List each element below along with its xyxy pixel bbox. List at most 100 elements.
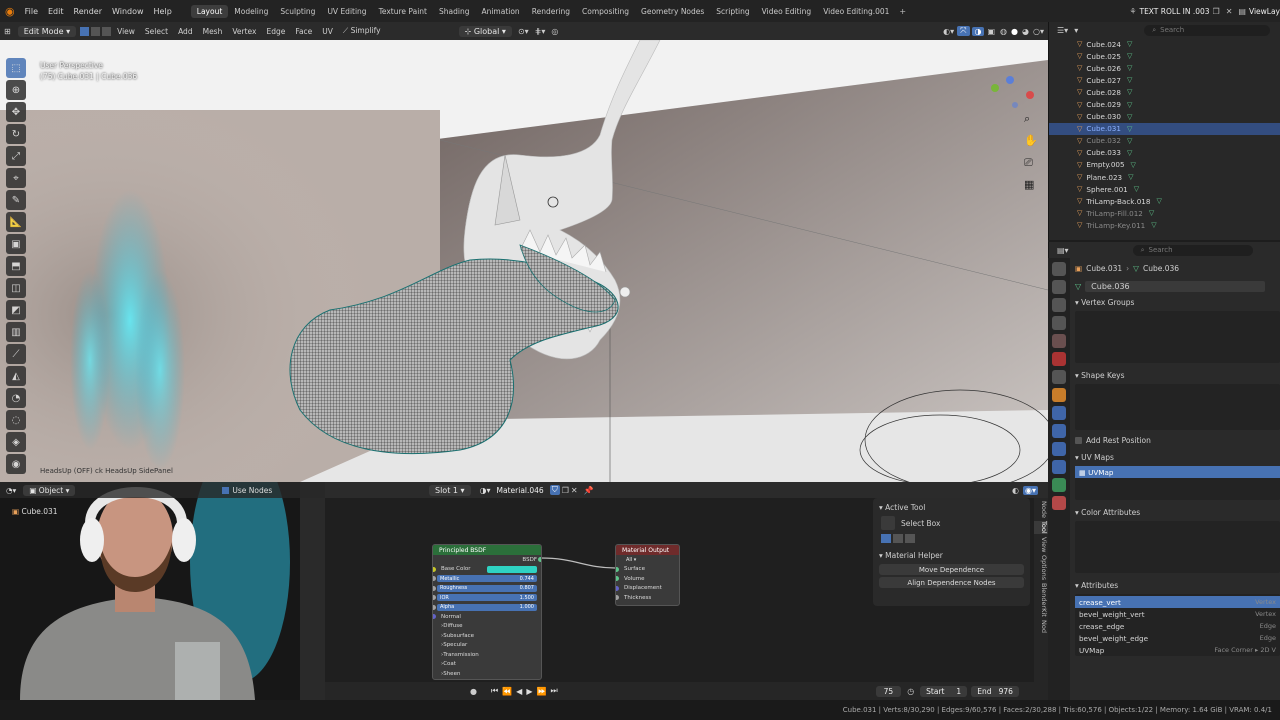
tab-video-editing-001[interactable]: Video Editing.001 bbox=[817, 5, 895, 18]
editor-type-icon[interactable]: ⊞ bbox=[0, 27, 15, 36]
input-socket[interactable] bbox=[616, 585, 619, 591]
copy-scene-icon[interactable]: ❐ bbox=[1210, 7, 1223, 16]
view-layer-tab-icon[interactable] bbox=[1052, 316, 1066, 330]
data-tab-icon[interactable] bbox=[1052, 478, 1066, 492]
attribute-row[interactable]: UVMap Face Corner ▸ 2D V bbox=[1075, 644, 1280, 656]
tool-tab-icon[interactable] bbox=[1052, 262, 1066, 276]
bsdf-value-slider[interactable]: Metallic 0.744 bbox=[437, 575, 537, 583]
mesh-data-icon[interactable]: ▽ bbox=[1156, 197, 1161, 205]
mode-dropdown[interactable]: Edit Mode ▾ bbox=[17, 25, 77, 37]
outliner-item[interactable]: ▽ Empty.005 ▽ bbox=[1049, 159, 1280, 171]
unlink-material-icon[interactable]: ✕ bbox=[571, 486, 578, 495]
menu-mesh[interactable]: Mesh bbox=[198, 27, 228, 36]
input-socket[interactable] bbox=[433, 576, 436, 582]
outliner-item[interactable]: ▽ Cube.031 ▽ bbox=[1049, 122, 1280, 135]
output-node-header[interactable]: Material Output bbox=[616, 545, 679, 555]
node-snap-icon[interactable]: ◉▾ bbox=[1023, 485, 1038, 495]
panel-shape-keys[interactable]: ▾ Shape Keys bbox=[1075, 371, 1280, 380]
shading-material-icon[interactable]: ◕ bbox=[1020, 27, 1031, 36]
mesh-data-icon[interactable]: ▽ bbox=[1151, 221, 1156, 229]
input-socket[interactable] bbox=[616, 576, 619, 582]
measure-tool-icon[interactable]: 📐 bbox=[6, 212, 26, 232]
select-extend-icon[interactable] bbox=[893, 534, 903, 543]
close-scene-icon[interactable]: ✕ bbox=[1223, 7, 1236, 16]
move-dependence-button[interactable]: Move Dependence bbox=[879, 564, 1024, 575]
bsdf-output-socket[interactable] bbox=[538, 557, 541, 563]
jump-end-icon[interactable]: ⏭ bbox=[550, 686, 557, 696]
shading-rendered-icon[interactable]: ○▾ bbox=[1031, 27, 1048, 36]
particles-tab-icon[interactable] bbox=[1052, 424, 1066, 438]
outliner-item[interactable]: ▽ Cube.032 ▽ bbox=[1049, 135, 1280, 147]
mesh-data-icon[interactable]: ▽ bbox=[1127, 76, 1132, 84]
use-nodes-checkbox[interactable]: Use Nodes bbox=[222, 486, 272, 495]
material-output-node[interactable]: Material Output All ▾ Surface Volume Displ… bbox=[615, 544, 680, 606]
extrude-tool-icon[interactable]: ⬒ bbox=[6, 256, 26, 276]
material-name-field[interactable]: Material.046 bbox=[497, 486, 544, 495]
tab-nod[interactable]: Nod bbox=[1034, 620, 1048, 633]
modifier-tab-icon[interactable] bbox=[1052, 406, 1066, 420]
input-socket[interactable] bbox=[433, 604, 436, 610]
menu-view[interactable]: View bbox=[112, 27, 140, 36]
proportional-edit-icon[interactable]: ◎ bbox=[548, 27, 561, 36]
properties-search[interactable]: ⌕ Search bbox=[1132, 244, 1253, 256]
mesh-data-icon[interactable]: ▽ bbox=[1128, 173, 1133, 181]
current-frame-field[interactable]: 75 bbox=[875, 685, 902, 697]
outliner-item[interactable]: ▽ Cube.033 ▽ bbox=[1049, 147, 1280, 159]
bsdf-value-slider[interactable]: IOR 1.500 bbox=[437, 594, 537, 602]
base-color-socket[interactable] bbox=[433, 566, 436, 572]
menu-vertex[interactable]: Vertex bbox=[227, 27, 261, 36]
normal-socket[interactable] bbox=[433, 614, 436, 620]
mesh-data-icon[interactable]: ▽ bbox=[1127, 137, 1132, 145]
outliner-item[interactable]: ▽ Plane.023 ▽ bbox=[1049, 171, 1280, 183]
bsdf-value-slider[interactable]: Alpha 1.000 bbox=[437, 603, 537, 611]
bsdf-section[interactable]: › Transmission bbox=[433, 650, 541, 660]
tab-tool[interactable]: Tool bbox=[1034, 520, 1048, 534]
tab-blenderkit[interactable]: BlenderKit bbox=[1034, 583, 1048, 617]
mesh-data-icon[interactable]: ▽ bbox=[1131, 161, 1136, 169]
slot-dropdown[interactable]: Slot 1 ▾ bbox=[429, 484, 471, 496]
outliner-item[interactable]: ▽ Cube.029 ▽ bbox=[1049, 98, 1280, 110]
attribute-row[interactable]: crease_edge Edge bbox=[1075, 620, 1280, 632]
bsdf-node-header[interactable]: Principled BSDF bbox=[433, 545, 541, 555]
inset-tool-icon[interactable]: ◫ bbox=[6, 278, 26, 298]
constraints-tab-icon[interactable] bbox=[1052, 460, 1066, 474]
node-editor-type-icon[interactable]: ◔▾ bbox=[6, 486, 16, 495]
mesh-data-icon[interactable]: ▽ bbox=[1127, 113, 1132, 121]
overlay-toggle-icon[interactable]: ◑ bbox=[971, 26, 985, 36]
attribute-row[interactable]: crease_vert Vertex bbox=[1075, 596, 1280, 608]
xray-icon[interactable]: ▣ bbox=[984, 27, 998, 36]
outliner-item[interactable]: ▽ Cube.028 ▽ bbox=[1049, 86, 1280, 98]
shrink-tool-icon[interactable]: ◉ bbox=[6, 454, 26, 474]
mesh-data-icon[interactable]: ▽ bbox=[1127, 52, 1132, 60]
bevel-tool-icon[interactable]: ◩ bbox=[6, 300, 26, 320]
base-color-swatch[interactable] bbox=[487, 565, 537, 573]
panel-vertex-groups[interactable]: ▾ Vertex Groups bbox=[1075, 298, 1280, 307]
world-tab-icon[interactable] bbox=[1052, 352, 1066, 366]
snap-icon[interactable]: ⋕▾ bbox=[532, 27, 549, 36]
fake-user-icon[interactable]: ⛉ bbox=[549, 485, 560, 495]
edge-slide-tool-icon[interactable]: ◈ bbox=[6, 432, 26, 452]
add-workspace-icon[interactable]: + bbox=[895, 7, 910, 16]
knife-tool-icon[interactable]: ⟋ bbox=[6, 344, 26, 364]
outliner-item[interactable]: ▽ Cube.030 ▽ bbox=[1049, 111, 1280, 123]
outliner-item[interactable]: ▽ TriLamp-Back.018 ▽ bbox=[1049, 195, 1280, 207]
panel-uv-maps[interactable]: ▾ UV Maps bbox=[1075, 453, 1280, 462]
mesh-data-icon[interactable]: ▽ bbox=[1149, 209, 1154, 217]
mesh-data-icon[interactable]: ▽ bbox=[1127, 40, 1132, 48]
tab-rendering[interactable]: Rendering bbox=[526, 5, 576, 18]
object-tab-icon[interactable] bbox=[1052, 388, 1066, 402]
rotate-tool-icon[interactable]: ↻ bbox=[6, 124, 26, 144]
material-preview-icon[interactable]: ◑▾ bbox=[480, 486, 491, 495]
bsdf-section[interactable]: › Sheen bbox=[433, 669, 541, 679]
menu-window[interactable]: Window bbox=[107, 7, 149, 16]
annotate-tool-icon[interactable]: ✎ bbox=[6, 190, 26, 210]
play-icon[interactable]: ▶ bbox=[526, 687, 532, 696]
tab-uv-editing[interactable]: UV Editing bbox=[321, 5, 372, 18]
scale-tool-icon[interactable]: ⤢ bbox=[6, 146, 26, 166]
physics-tab-icon[interactable] bbox=[1052, 442, 1066, 456]
tab-layout[interactable]: Layout bbox=[190, 4, 229, 18]
input-socket[interactable] bbox=[433, 595, 436, 601]
end-frame-field[interactable]: End 976 bbox=[971, 685, 1019, 697]
select-mode-vertex-icon[interactable] bbox=[80, 26, 90, 36]
panel-color-attributes[interactable]: ▾ Color Attributes bbox=[1075, 508, 1280, 517]
